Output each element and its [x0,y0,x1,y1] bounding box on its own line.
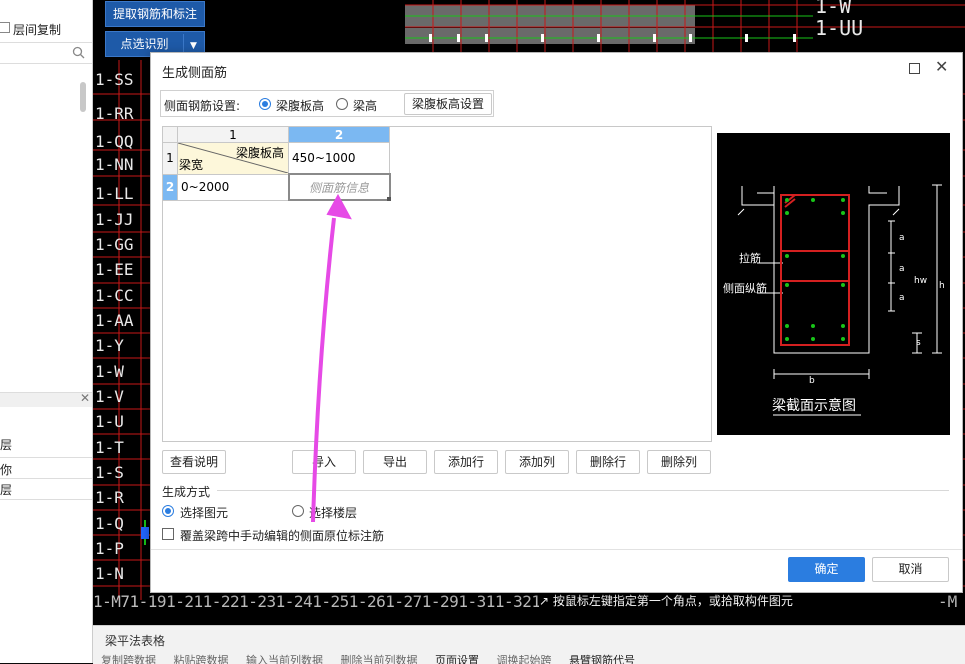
axis-label: 1-CC [95,286,134,305]
delete-row-button[interactable]: 删除行 [576,450,640,474]
radio-select-element[interactable] [162,505,174,517]
maximize-icon[interactable] [909,63,920,74]
bottom-toolbar: 复制跨数据 粘贴跨数据 输入当前列数据 删除当前列数据 页面设置 调换起始跨 悬… [93,652,965,664]
dialog-title: 生成侧面筋 [162,66,228,81]
radio-select-floor[interactable] [292,505,304,517]
radio-select-floor-label[interactable]: 选择楼层 [309,504,357,521]
left-section-list: 层 你 层 [0,430,92,500]
beam-table-title: 梁平法表格 [105,634,166,648]
beam-section-diagram: 拉筋 侧面纵筋 a a a hw h s b 梁截面示意图 [717,133,950,435]
generate-mode-label: 生成方式 [162,485,211,499]
ok-button[interactable]: 确定 [788,557,865,582]
import-button[interactable]: 导入 [292,450,356,474]
axis-label: 1-RR [95,104,134,123]
web-height-settings-button[interactable]: 梁腹板高设置 [404,93,492,115]
divider [151,549,962,550]
close-icon[interactable]: ✕ [80,391,90,405]
axis-label: 1-S [95,463,124,482]
add-column-button[interactable]: 添加列 [505,450,569,474]
tie-bar-label: 拉筋 [739,252,761,265]
side-rebar-setting-label: 侧面钢筋设置: [164,99,241,113]
axis-label: 1-V [95,387,124,406]
axis-label: 1-EE [95,260,134,279]
side-rebar-info-cell[interactable]: 侧面筋信息 [287,173,391,201]
override-checkbox[interactable] [162,528,174,540]
axis-label: 1-SS [95,70,134,89]
generate-side-rebar-dialog: 生成侧面筋 ✕ 侧面钢筋设置: 梁腹板高 梁高 梁腹板高设置 1 2 1 梁腹板… [150,52,963,593]
add-row-button[interactable]: 添加行 [434,450,498,474]
cursor-icon: ↗ [539,594,550,608]
radio-web-height-label[interactable]: 梁腹板高 [276,97,324,114]
col-header[interactable]: 1 [177,126,289,143]
cad-bottom-axis-text: 1-M71-191-211-221-231-241-251-261-271-29… [93,592,541,611]
axis-label: 1-AA [95,311,134,330]
axis-label: 1-U [95,412,124,431]
status-hint-text: 按鼠标左键指定第一个角点，或拾取构件图元 [552,594,793,608]
view-help-button[interactable]: 查看说明 [162,450,226,474]
axis-label: 1-T [95,438,124,457]
dim-a-label: a [899,293,905,303]
cad-bottom-axis-text-right: -M [938,592,958,611]
side-long-bar-label: 侧面纵筋 [723,282,767,295]
left-panel: 层间复制 ✕ 层 你 层 [0,0,93,663]
axis-label: 1-W [95,362,124,381]
list-item[interactable]: 层 [0,436,12,453]
dim-b-label: b [809,376,815,386]
bottom-panel: 梁平法表格 复制跨数据 粘贴跨数据 输入当前列数据 删除当前列数据 页面设置 调… [93,625,965,664]
axis-label: 1-N [95,564,124,583]
copy-floor-label: 层间复制 [13,23,62,37]
left-search-box[interactable] [0,42,92,64]
list-item[interactable]: 你 [0,461,12,478]
axis-label: 1-R [95,488,124,507]
dim-h-label: h [939,281,945,291]
axis-label: 1-Q [95,514,124,533]
status-hint: ↗ 按鼠标左键指定第一个角点，或拾取构件图元 [539,592,793,609]
dim-hw-label: hw [914,276,928,286]
corner-label-web-height: 梁腹板高 [235,146,284,160]
radio-beam-height-label[interactable]: 梁高 [353,97,377,114]
corner-label-beam-width: 梁宽 [179,157,204,172]
axis-label: 1-Y [95,336,124,355]
cancel-button[interactable]: 取消 [872,557,949,582]
axis-label: 1-P [95,539,124,558]
dim-a-label: a [899,264,905,274]
diagram-caption: 梁截面示意图 [772,398,856,414]
row-header[interactable]: 1 [162,142,178,175]
list-item[interactable]: 层 [0,481,12,498]
radio-select-element-label[interactable]: 选择图元 [180,504,228,521]
override-checkbox-label[interactable]: 覆盖梁跨中手动编辑的侧面原位标注筋 [180,527,384,544]
axis-label: 1-LL [95,184,134,203]
rebar-table: 1 2 1 梁腹板高 梁宽 450~1000 2 0~2000 侧面筋信息 [162,126,391,201]
delete-column-button[interactable]: 删除列 [647,450,711,474]
row-header-selected[interactable]: 2 [162,173,178,201]
copy-floor-row[interactable]: 层间复制 [0,18,92,40]
col-header-selected[interactable]: 2 [288,126,390,143]
axis-label: 1-GG [95,235,134,254]
cell-resize-handle[interactable] [387,197,391,201]
axis-label: 1-NN [95,155,134,174]
divider [217,490,949,491]
search-icon [72,46,85,59]
left-scrollbar-thumb[interactable] [80,82,86,112]
axis-label: 1-JJ [95,210,134,229]
axis-label: 1-QQ [95,132,134,151]
diagonal-header-cell: 梁腹板高 梁宽 [177,142,289,175]
export-button[interactable]: 导出 [363,450,427,474]
left-section-header: ✕ [0,391,92,407]
extract-rebar-button[interactable]: 提取钢筋和标注 [105,1,205,27]
radio-beam-height[interactable] [336,98,348,110]
radio-web-height[interactable] [259,98,271,110]
dim-s-label: s [916,338,921,348]
copy-icon [0,22,10,33]
beam-width-range-cell[interactable]: 0~2000 [177,173,289,201]
axis-label-right: 1-UU [815,16,864,40]
web-height-range-cell[interactable]: 450~1000 [288,142,390,175]
dim-a-label: a [899,233,905,243]
table-corner [162,126,178,143]
close-icon[interactable]: ✕ [935,57,948,76]
